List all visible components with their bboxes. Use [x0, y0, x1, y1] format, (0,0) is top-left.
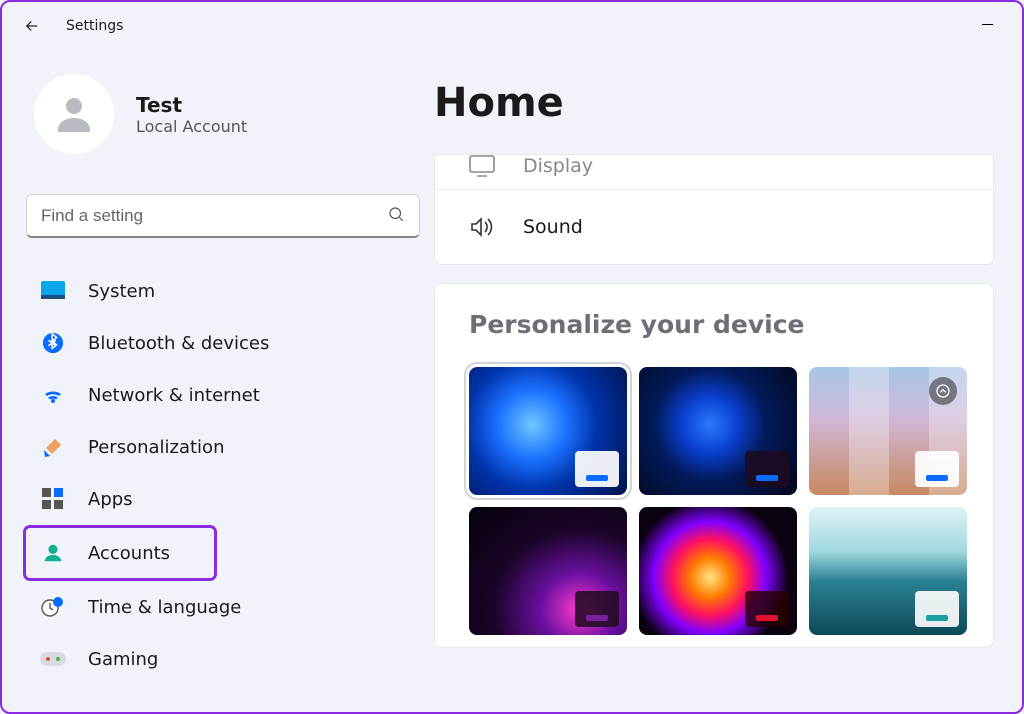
user-name: Test	[136, 93, 247, 117]
sidebar-item-bluetooth[interactable]: Bluetooth & devices	[26, 318, 414, 368]
theme-preview	[575, 591, 619, 627]
sidebar-item-label: Personalization	[88, 437, 224, 458]
person-silhouette-icon	[50, 90, 98, 138]
system-icon	[40, 278, 66, 304]
sidebar-item-apps[interactable]: Apps	[26, 474, 414, 524]
theme-option[interactable]	[639, 367, 797, 495]
display-icon	[469, 155, 495, 177]
theme-preview	[745, 451, 789, 487]
row-label: Sound	[523, 216, 583, 238]
sidebar-item-time-language[interactable]: Time & language	[26, 582, 414, 632]
spotlight-icon	[929, 377, 957, 405]
main-content: Home Display Sound Personalize your devi…	[434, 50, 1022, 712]
sidebar-item-accounts[interactable]: Accounts	[26, 528, 214, 578]
back-button[interactable]	[14, 8, 50, 44]
arrow-left-icon	[23, 17, 41, 35]
bluetooth-icon	[40, 330, 66, 356]
search-icon	[387, 205, 405, 227]
quick-row-display[interactable]: Display	[435, 155, 993, 190]
sidebar-item-label: Bluetooth & devices	[88, 333, 269, 354]
theme-option[interactable]	[469, 507, 627, 635]
theme-preview	[745, 591, 789, 627]
gamepad-icon	[40, 646, 66, 672]
sidebar-item-label: Network & internet	[88, 385, 260, 406]
theme-preview	[915, 451, 959, 487]
row-label: Display	[523, 155, 593, 177]
theme-option[interactable]	[639, 507, 797, 635]
sidebar-nav: System Bluetooth & devices Network & int…	[26, 266, 414, 684]
window-title: Settings	[66, 18, 123, 34]
theme-option[interactable]	[809, 367, 967, 495]
theme-option[interactable]	[469, 367, 627, 495]
sidebar-item-network[interactable]: Network & internet	[26, 370, 414, 420]
user-subtitle: Local Account	[136, 117, 247, 136]
sidebar-item-personalization[interactable]: Personalization	[26, 422, 414, 472]
sidebar-item-label: Accounts	[88, 543, 170, 564]
sidebar: Test Local Account System Bluetooth &	[2, 50, 434, 712]
theme-preview	[575, 451, 619, 487]
clock-globe-icon	[40, 594, 66, 620]
personalize-heading: Personalize your device	[469, 310, 971, 339]
sidebar-item-system[interactable]: System	[26, 266, 414, 316]
minimize-button[interactable]	[964, 8, 1010, 40]
paintbrush-icon	[40, 434, 66, 460]
search-input[interactable]	[41, 206, 375, 226]
quick-settings-card: Display Sound	[434, 154, 994, 265]
avatar	[34, 74, 114, 154]
sidebar-item-label: Apps	[88, 489, 133, 510]
personalize-card: Personalize your device	[434, 283, 994, 648]
sidebar-item-label: Gaming	[88, 649, 158, 670]
wifi-icon	[40, 382, 66, 408]
title-bar: Settings	[2, 2, 1022, 50]
sidebar-item-gaming[interactable]: Gaming	[26, 634, 414, 684]
theme-option[interactable]	[809, 507, 967, 635]
sidebar-item-label: Time & language	[88, 597, 241, 618]
sidebar-item-label: System	[88, 281, 155, 302]
window-controls	[964, 8, 1010, 40]
person-icon	[40, 540, 66, 566]
page-title: Home	[434, 80, 1022, 126]
quick-row-sound[interactable]: Sound	[435, 190, 993, 264]
user-header[interactable]: Test Local Account	[26, 74, 414, 154]
apps-icon	[40, 486, 66, 512]
sound-icon	[469, 216, 495, 238]
search-box[interactable]	[26, 194, 420, 238]
theme-preview	[915, 591, 959, 627]
theme-grid	[469, 367, 971, 635]
